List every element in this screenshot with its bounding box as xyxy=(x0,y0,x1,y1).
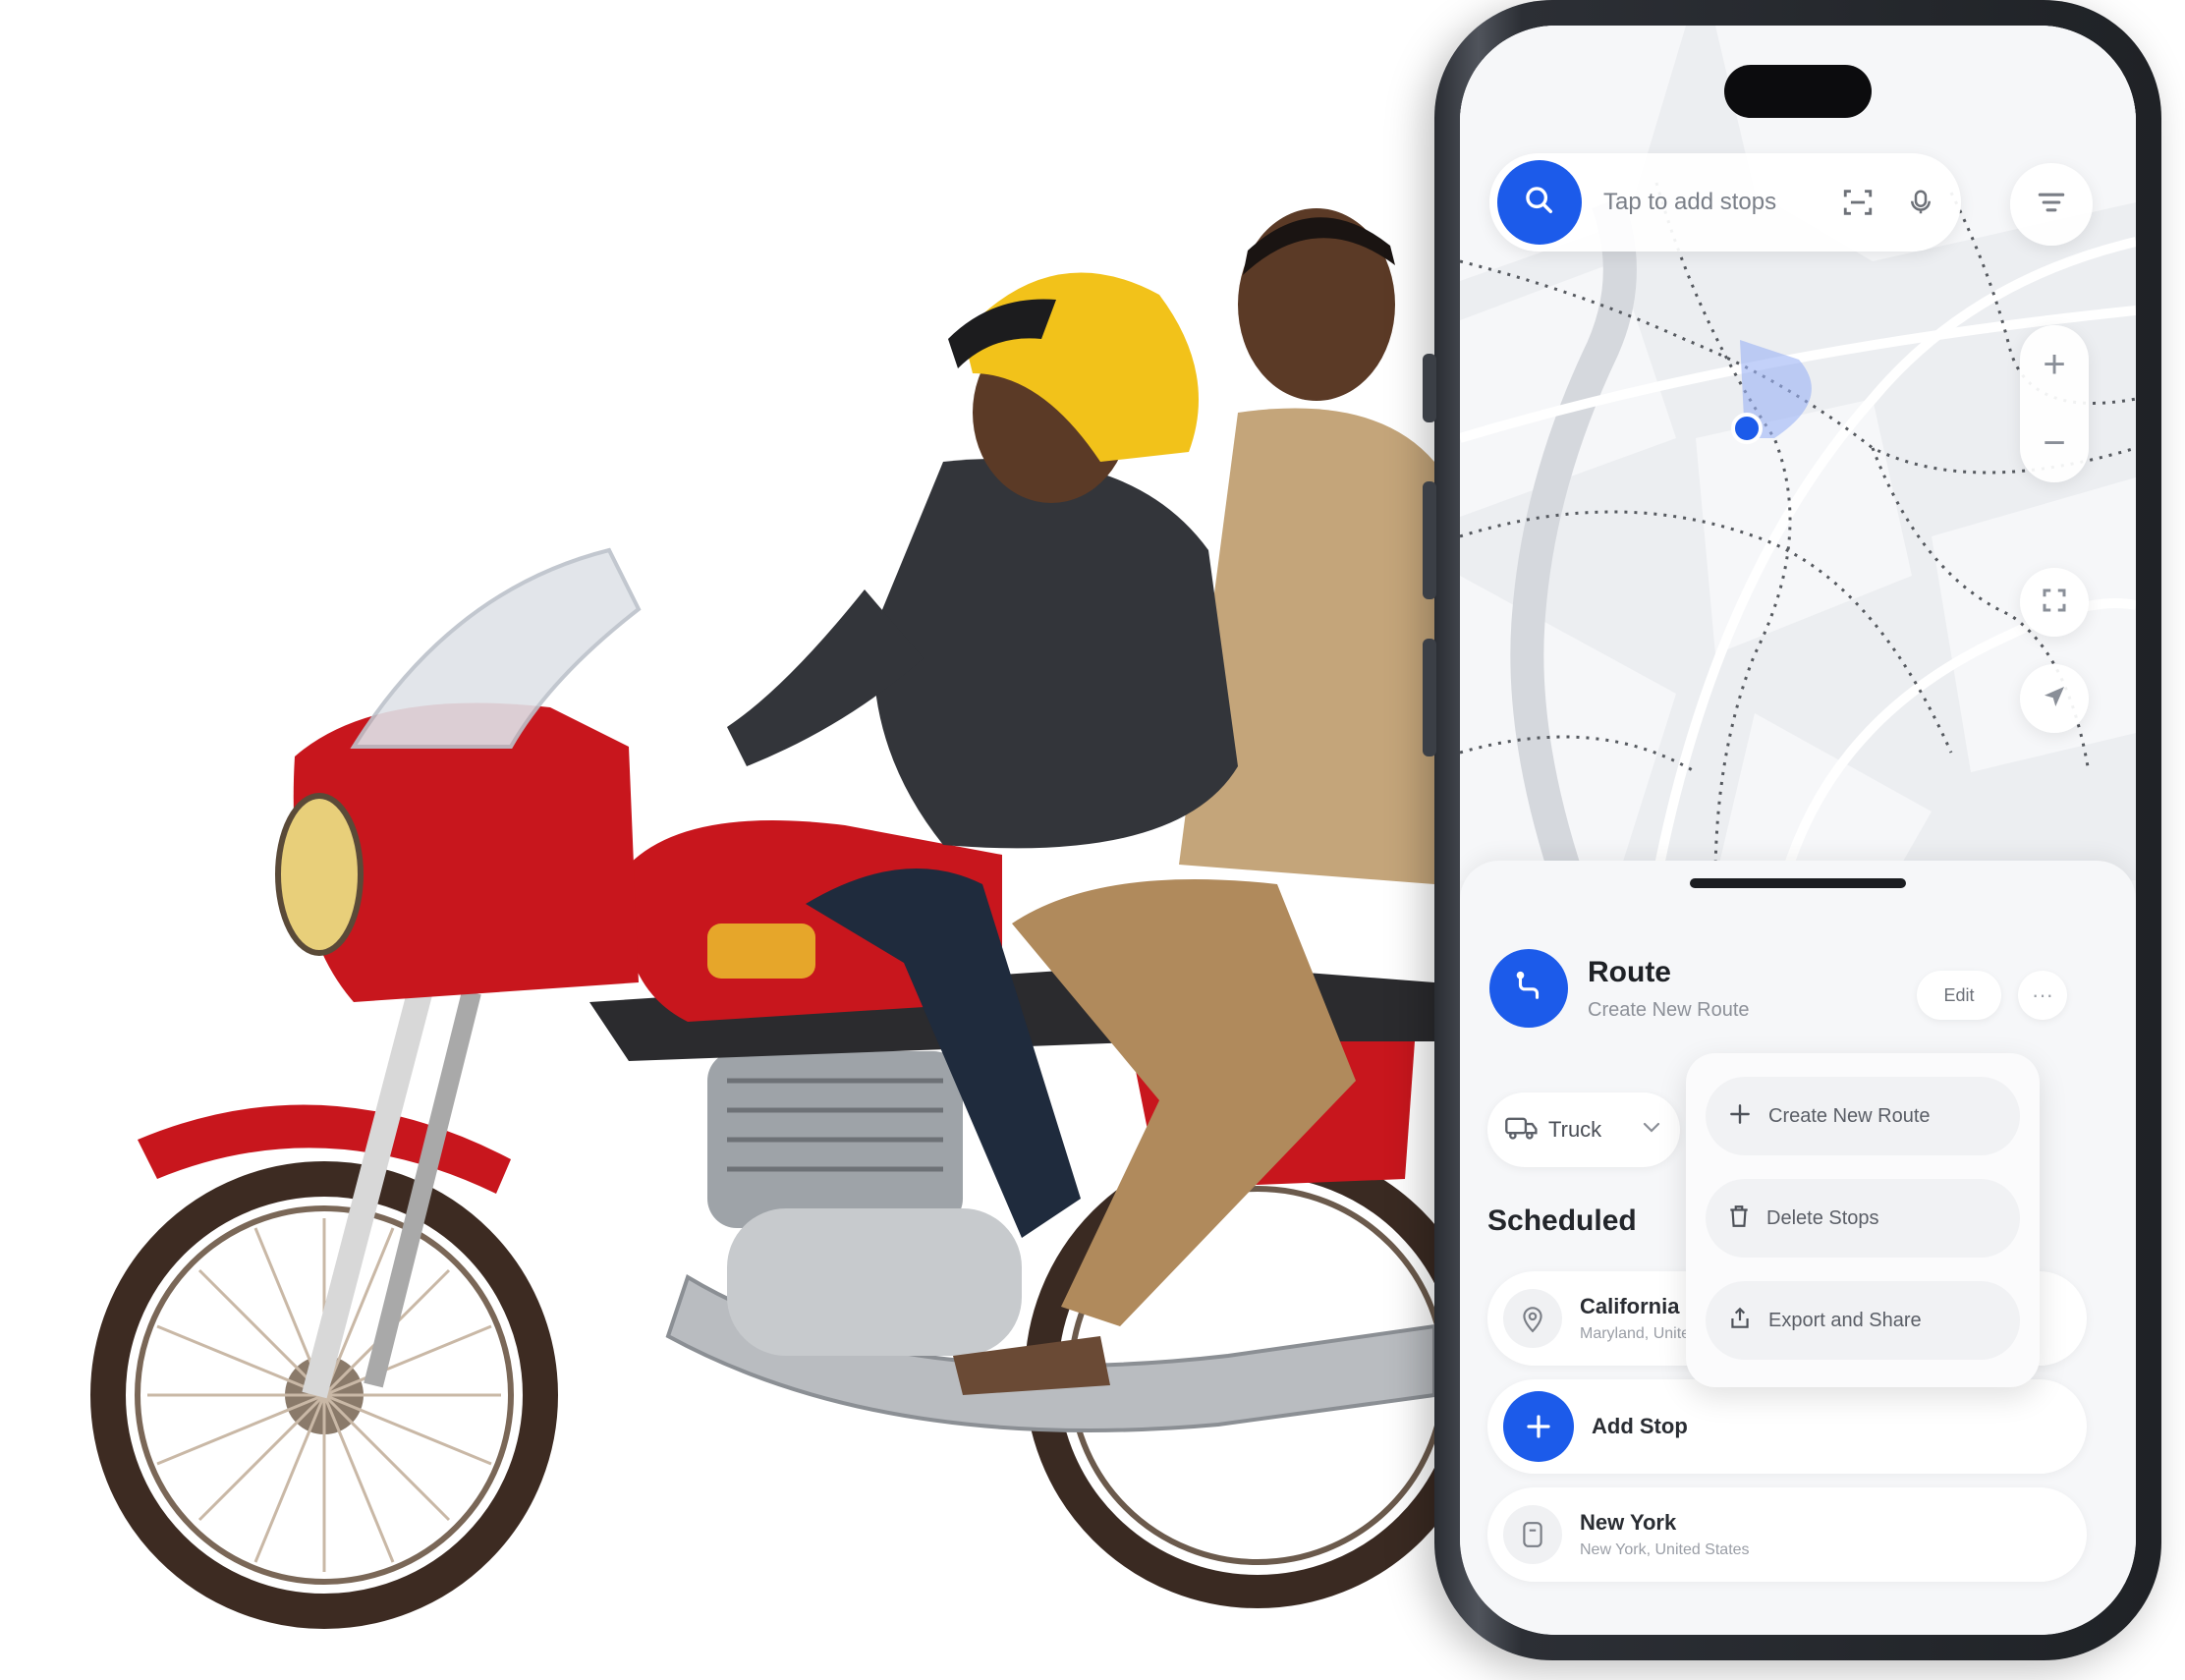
vehicle-type-value: Truck xyxy=(1548,1117,1602,1142)
document-icon xyxy=(1503,1505,1562,1564)
menu-item-label: Export and Share xyxy=(1768,1309,1922,1331)
stop-address: Maryland, United xyxy=(1580,1325,1699,1342)
trash-icon xyxy=(1727,1204,1751,1234)
current-location-dot xyxy=(1731,413,1763,444)
expand-icon xyxy=(2040,586,2069,620)
dynamic-island xyxy=(1724,65,1872,118)
export-icon xyxy=(1727,1306,1753,1336)
more-options-button[interactable]: ··· xyxy=(2018,971,2067,1020)
stop-row-new-york[interactable]: New York New York, United States xyxy=(1487,1487,2087,1582)
route-avatar xyxy=(1489,949,1568,1028)
route-subtitle: Create New Route xyxy=(1588,998,1750,1021)
phone-screen: Tap to add stops + − Route Create New Ro… xyxy=(1460,26,2136,1635)
add-stop-label: Add Stop xyxy=(1592,1414,1688,1438)
add-stop-button[interactable] xyxy=(1503,1391,1574,1462)
route-bottom-sheet: Route Create New Route Edit ··· Truck Sc… xyxy=(1460,861,2136,1635)
stop-address: New York, United States xyxy=(1580,1541,1750,1558)
filter-button[interactable] xyxy=(2010,163,2093,246)
microphone-icon[interactable] xyxy=(1898,180,1943,225)
zoom-in-button[interactable]: + xyxy=(2020,325,2089,404)
zoom-control: + − xyxy=(2020,325,2089,482)
menu-item-label: Create New Route xyxy=(1768,1104,1931,1127)
search-input[interactable]: Tap to add stops xyxy=(1603,189,1835,216)
menu-item-create-new-route[interactable]: Create New Route xyxy=(1706,1077,2020,1155)
vehicle-type-select[interactable]: Truck xyxy=(1487,1092,1680,1167)
truck-icon xyxy=(1505,1115,1539,1146)
route-title: Route xyxy=(1588,955,1671,988)
location-pin-icon xyxy=(1503,1289,1562,1348)
windshield xyxy=(350,547,642,749)
phone-volume-down-button xyxy=(1423,639,1436,756)
scheduled-section-title: Scheduled xyxy=(1487,1204,1637,1237)
menu-item-export-and-share[interactable]: Export and Share xyxy=(1706,1281,2020,1360)
phone-volume-up-button xyxy=(1423,481,1436,599)
search-button[interactable] xyxy=(1497,160,1582,245)
phone-mockup: Tap to add stops + − Route Create New Ro… xyxy=(1423,0,2161,1660)
route-header: Route Create New Route xyxy=(1489,949,1750,1028)
route-options-menu: Create New Route Delete Stops Export and… xyxy=(1686,1053,2040,1387)
sheet-grabber[interactable] xyxy=(1690,878,1906,888)
zoom-out-button[interactable]: − xyxy=(2020,404,2089,482)
add-stop-row[interactable]: Add Stop xyxy=(1487,1379,2087,1474)
filter-icon xyxy=(2036,190,2067,220)
plus-icon xyxy=(1727,1101,1753,1132)
navigation-arrow-icon xyxy=(2040,682,2069,716)
motorcycle-riders-illustration xyxy=(0,0,1474,1680)
menu-item-delete-stops[interactable]: Delete Stops xyxy=(1706,1179,2020,1258)
stop-name: California xyxy=(1580,1294,1680,1318)
chevron-down-icon xyxy=(1643,1121,1660,1139)
fit-view-button[interactable] xyxy=(2020,568,2089,637)
stop-name: New York xyxy=(1580,1510,1677,1535)
phone-action-button xyxy=(1423,354,1436,422)
edit-button[interactable]: Edit xyxy=(1917,971,2001,1020)
menu-item-label: Delete Stops xyxy=(1766,1206,1879,1229)
route-icon xyxy=(1512,970,1545,1008)
search-icon xyxy=(1523,184,1556,222)
recenter-button[interactable] xyxy=(2020,664,2089,733)
search-bar[interactable]: Tap to add stops xyxy=(1489,153,1961,252)
scan-barcode-icon[interactable] xyxy=(1835,180,1880,225)
